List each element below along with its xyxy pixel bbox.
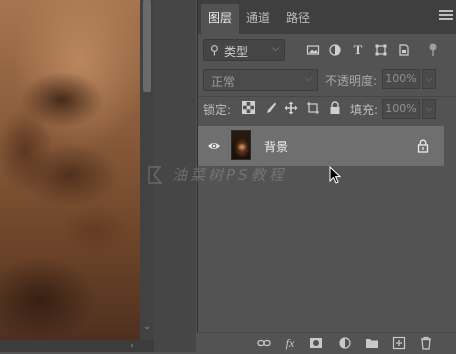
scroll-right-arrow-icon[interactable]: ›: [126, 340, 138, 352]
layer-row[interactable]: 背景: [198, 126, 444, 166]
panel-tab-bar: 图层 通道 路径: [198, 0, 456, 34]
search-icon: ⚲: [210, 43, 219, 57]
opacity-dropdown-icon[interactable]: ⌵: [422, 69, 436, 89]
image-filter-icon[interactable]: [306, 43, 320, 57]
adjustment-filter-icon[interactable]: [328, 43, 342, 57]
chevron-down-icon: ⌵: [305, 74, 312, 84]
lock-pixels-icon[interactable]: [263, 101, 277, 115]
fill-label: 填充:: [350, 103, 379, 117]
tab-paths[interactable]: 路径: [281, 4, 315, 34]
blend-mode-row: 正常 ⌵ 不透明度: 100% ⌵: [198, 68, 456, 94]
tab-channels[interactable]: 通道: [241, 4, 275, 34]
layer-thumbnail[interactable]: [231, 130, 251, 160]
opacity-input[interactable]: 100%: [382, 69, 420, 89]
add-mask-icon[interactable]: [309, 336, 323, 350]
chevron-down-icon: ⌵: [272, 44, 279, 54]
lock-icon[interactable]: [417, 139, 429, 153]
link-layers-icon[interactable]: [257, 336, 271, 350]
lock-transparent-icon[interactable]: [241, 101, 255, 115]
lock-artboard-icon[interactable]: [306, 101, 320, 115]
opacity-label: 不透明度:: [325, 74, 378, 88]
layer-name[interactable]: 背景: [264, 138, 288, 155]
type-filter-icon[interactable]: T: [351, 43, 365, 57]
new-adjustment-layer-icon[interactable]: [338, 336, 352, 350]
watermark-logo-icon: [148, 166, 163, 184]
filter-type-label: 类型: [224, 45, 249, 59]
new-layer-icon[interactable]: [392, 336, 406, 350]
fx-icon[interactable]: fx: [283, 336, 297, 350]
layers-bottom-toolbar: fx: [197, 332, 456, 353]
tab-layers[interactable]: 图层: [201, 4, 239, 34]
lock-row: 锁定: 填充: 100% ⌵: [198, 98, 456, 120]
layer-filter-row: ⚲ 类型 ⌵ T: [198, 36, 456, 64]
lock-label: 锁定:: [203, 103, 232, 117]
eye-visibility-icon[interactable]: [207, 139, 221, 153]
divider: [198, 96, 456, 97]
shape-filter-icon[interactable]: [374, 43, 388, 57]
scrollbar-thumb[interactable]: [143, 0, 151, 92]
mouse-cursor-icon: [329, 166, 341, 184]
filter-toggle-icon[interactable]: [426, 43, 440, 57]
filter-type-select[interactable]: ⚲ 类型 ⌵: [203, 39, 285, 61]
panel-menu-icon[interactable]: [439, 10, 453, 22]
lock-position-icon[interactable]: [284, 101, 298, 115]
fill-input[interactable]: 100%: [382, 99, 420, 119]
blend-mode-select[interactable]: 正常 ⌵: [203, 69, 318, 91]
delete-layer-icon[interactable]: [419, 336, 433, 350]
watermark-text: 油菜树PS教程: [172, 166, 287, 184]
watermark: 油菜树PS教程: [146, 162, 326, 188]
lock-all-icon[interactable]: [328, 101, 342, 115]
new-group-icon[interactable]: [365, 336, 379, 350]
document-canvas[interactable]: [0, 0, 140, 340]
blend-mode-value: 正常: [211, 75, 236, 89]
fill-dropdown-icon[interactable]: ⌵: [422, 99, 436, 119]
smart-object-filter-icon[interactable]: [397, 43, 411, 57]
layers-list-scrollbar[interactable]: [444, 126, 456, 332]
scroll-down-arrow-icon[interactable]: ⌄: [140, 320, 154, 334]
